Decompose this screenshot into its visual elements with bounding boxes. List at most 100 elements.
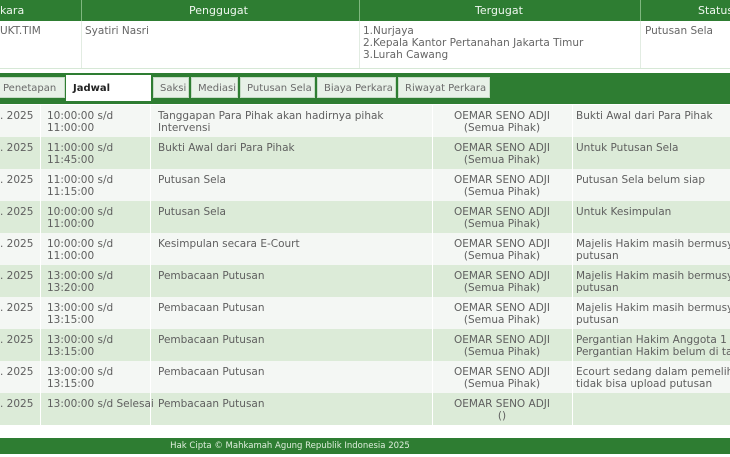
tergugat-item: 2.Kepala Kantor Pertanahan Jakarta Timur	[363, 37, 584, 49]
tab-penetapan[interactable]: Penetapan	[0, 77, 65, 98]
column-divider	[572, 201, 573, 233]
schedule-agenda: Pembacaan Putusan	[158, 302, 265, 314]
schedule-time: 10:00:00 s/d 11:00:00	[47, 206, 147, 230]
schedule-hakim-line: OEMAR SENO ADJI	[454, 366, 550, 378]
schedule-keterangan: Majelis Hakim masih bermusya putusan	[576, 302, 730, 326]
tab-putusan-sela[interactable]: Putusan Sela	[240, 77, 315, 98]
schedule-keterangan-line: Pergantian Hakim belum di ta	[576, 346, 730, 358]
column-divider	[572, 393, 573, 425]
schedule-row[interactable]: . 2025 13:00:00 s/d 13:20:00 Pembacaan Putu…	[0, 265, 730, 298]
header-nomor-perkara: kara	[0, 4, 25, 17]
schedule-keterangan-line: Putusan Sela belum siap	[576, 174, 706, 186]
schedule-row[interactable]: . 2025 11:00:00 s/d 11:15:00 Putusan Sela OE…	[0, 169, 730, 202]
schedule-time-line: 13:00:00 s/d Selesai	[47, 398, 154, 410]
schedule-time: 13:00:00 s/d 13:20:00	[47, 270, 147, 294]
column-divider	[432, 169, 433, 201]
column-divider	[150, 105, 151, 137]
schedule-row[interactable]: . 2025 10:00:00 s/d 11:00:00 Kesimpulan sec…	[0, 233, 730, 266]
column-divider	[150, 233, 151, 265]
schedule-date: . 2025	[0, 270, 34, 282]
schedule-hakim: OEMAR SENO ADJI (Semua Pihak)	[438, 238, 566, 262]
header-divider	[81, 0, 82, 21]
schedule-date: . 2025	[0, 398, 34, 410]
schedule-time: 11:00:00 s/d 11:15:00	[47, 174, 147, 198]
tab-jadwal-sidang[interactable]: Jadwal Sidang	[66, 75, 151, 119]
column-divider	[432, 137, 433, 169]
schedule-hakim: OEMAR SENO ADJI (Semua Pihak)	[438, 110, 566, 134]
schedule-hakim-line: OEMAR SENO ADJI	[454, 174, 550, 186]
schedule-hakim-line: OEMAR SENO ADJI	[454, 302, 550, 314]
schedule-keterangan: Majelis Hakim masih bermusya putusan	[576, 238, 730, 262]
schedule-hakim: OEMAR SENO ADJI (Semua Pihak)	[438, 334, 566, 358]
schedule-keterangan-line: putusan	[576, 314, 619, 326]
schedule-row[interactable]: . 2025 11:00:00 s/d 11:45:00 Bukti Awal dar…	[0, 137, 730, 170]
schedule-hakim-line: OEMAR SENO ADJI	[454, 206, 550, 218]
header-penggugat: Penggugat	[189, 4, 248, 17]
schedule-time: 10:00:00 s/d 11:00:00	[47, 110, 147, 134]
schedule-time-line: 11:45:00	[47, 154, 95, 166]
column-divider	[572, 361, 573, 393]
column-divider	[150, 169, 151, 201]
schedule-keterangan: Untuk Kesimpulan	[576, 206, 730, 218]
schedule-time-line: 11:00:00	[47, 218, 95, 230]
tab-riwayat-perkara[interactable]: Riwayat Perkara	[398, 77, 490, 98]
schedule-row[interactable]: . 2025 10:00:00 s/d 11:00:00 Tanggapan Para…	[0, 105, 730, 138]
schedule-hakim-line: OEMAR SENO ADJI	[454, 142, 550, 154]
schedule-agenda: Pembacaan Putusan	[158, 270, 265, 282]
schedule-agenda: Tanggapan Para Pihak akan hadirnya pihak…	[158, 110, 384, 134]
tab-bar: Penetapan Jadwal Sidang Saksi Mediasi Pu…	[0, 73, 730, 119]
schedule-time-line: 10:00:00 s/d	[47, 110, 114, 122]
schedule-date: . 2025	[0, 334, 34, 346]
schedule-row[interactable]: . 2025 13:00:00 s/d 13:15:00 Pembacaan Putu…	[0, 329, 730, 362]
column-divider	[150, 265, 151, 297]
schedule-hakim: OEMAR SENO ADJI (Semua Pihak)	[438, 270, 566, 294]
tab-saksi[interactable]: Saksi	[153, 77, 189, 98]
schedule-time-line: 13:00:00 s/d	[47, 270, 114, 282]
schedule-date: . 2025	[0, 366, 34, 378]
schedule-time-line: 13:15:00	[47, 314, 95, 326]
schedule-keterangan-line: Majelis Hakim masih bermusya	[576, 238, 730, 250]
schedule-date: . 2025	[0, 174, 34, 186]
schedule-time-line: 11:00:00 s/d	[47, 174, 114, 186]
schedule-keterangan-line: Ecourt sedang dalam pemelih	[576, 366, 730, 378]
column-divider	[572, 137, 573, 169]
schedule-date: . 2025	[0, 238, 34, 250]
column-divider	[432, 297, 433, 329]
column-divider	[40, 265, 41, 297]
schedule-keterangan: Pergantian Hakim Anggota 1 Pergantian Hak…	[576, 334, 730, 358]
schedule-agenda: Putusan Sela	[158, 206, 226, 218]
schedule-hakim-line: (Semua Pihak)	[463, 186, 541, 198]
column-divider	[40, 361, 41, 393]
column-divider	[150, 329, 151, 361]
schedule-hakim: OEMAR SENO ADJI (Semua Pihak)	[438, 206, 566, 230]
schedule-hakim-line: (Semua Pihak)	[463, 154, 541, 166]
schedule-time: 11:00:00 s/d 11:45:00	[47, 142, 147, 166]
schedule-hakim: OEMAR SENO ADJI()	[438, 398, 566, 422]
case-status: Putusan Sela	[645, 25, 713, 37]
schedule-table: . 2025 10:00:00 s/d 11:00:00 Tanggapan Para…	[0, 101, 730, 427]
column-divider	[432, 265, 433, 297]
schedule-keterangan-line: Majelis Hakim masih bermusya	[576, 302, 730, 314]
schedule-time-line: 13:15:00	[47, 378, 95, 390]
column-divider	[572, 297, 573, 329]
schedule-hakim-line: OEMAR SENO ADJI	[454, 110, 550, 122]
column-divider	[572, 265, 573, 297]
tab-mediasi[interactable]: Mediasi	[191, 77, 238, 98]
column-divider	[150, 297, 151, 329]
schedule-agenda: Kesimpulan secara E-Court	[158, 238, 300, 250]
column-divider	[432, 233, 433, 265]
schedule-agenda: Pembacaan Putusan	[158, 334, 265, 346]
schedule-date: . 2025	[0, 110, 34, 122]
schedule-time: 13:00:00 s/d Selesai	[47, 398, 154, 410]
schedule-row[interactable]: . 2025 13:00:00 s/d Selesai Pembacaan Putu…	[0, 393, 730, 426]
schedule-row[interactable]: . 2025 13:00:00 s/d 13:15:00 Pembacaan Putu…	[0, 297, 730, 330]
case-row[interactable]: UKT.TIM Syatiri Nasri 1.Nurjaya 2.Kepala…	[0, 21, 730, 69]
tab-biaya-perkara[interactable]: Biaya Perkara	[317, 77, 396, 98]
case-number: UKT.TIM	[0, 25, 41, 37]
header-divider	[640, 0, 641, 21]
schedule-row[interactable]: . 2025 10:00:00 s/d 11:00:00 Putusan Sela OE…	[0, 201, 730, 234]
schedule-time: 13:00:00 s/d 13:15:00	[47, 334, 147, 358]
schedule-row[interactable]: . 2025 13:00:00 s/d 13:15:00 Pembacaan Putu…	[0, 361, 730, 394]
schedule-time-line: 13:20:00	[47, 282, 95, 294]
schedule-keterangan-line: Bukti Awal dari Para Pihak	[576, 110, 713, 122]
